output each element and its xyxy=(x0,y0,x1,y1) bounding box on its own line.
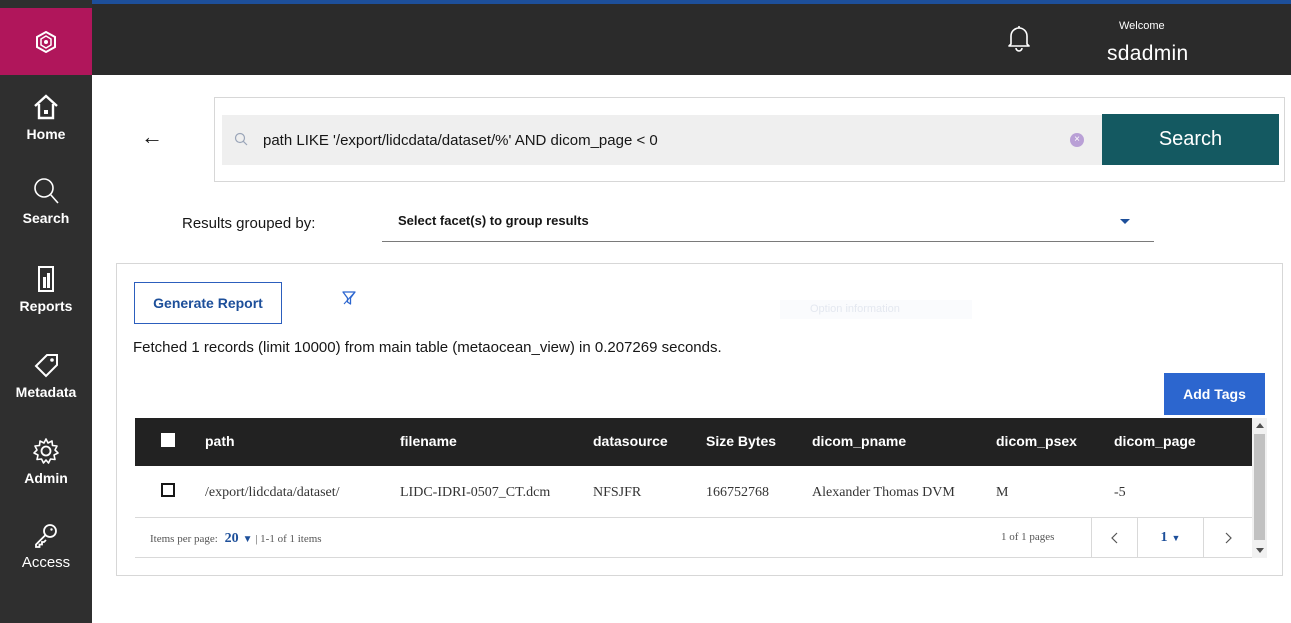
sidebar-item-label: Home xyxy=(26,126,66,142)
fetched-summary: Fetched 1 records (limit 10000) from mai… xyxy=(133,339,722,356)
column-header-path[interactable]: path xyxy=(205,433,235,449)
current-page: 1 xyxy=(1160,530,1168,545)
column-header-size-bytes[interactable]: Size Bytes xyxy=(706,433,776,449)
cell-size-bytes: 166752768 xyxy=(706,485,769,500)
cell-dicom-pname: Alexander Thomas DVM xyxy=(812,485,955,500)
facet-dropdown[interactable]: Select facet(s) to group results xyxy=(382,205,1154,242)
select-all-checkbox[interactable] xyxy=(161,433,175,447)
gear-icon xyxy=(33,438,59,464)
clear-icon[interactable]: × xyxy=(1070,133,1084,147)
search-button[interactable]: Search xyxy=(1102,114,1279,165)
sidebar-item-admin[interactable]: Admin xyxy=(0,428,92,512)
chevron-down-icon[interactable]: ▼ xyxy=(243,534,253,545)
items-range: | 1-1 of 1 items xyxy=(255,533,322,545)
cell-filename: LIDC-IDRI-0507_CT.dcm xyxy=(400,485,551,500)
key-icon xyxy=(35,524,57,548)
chevron-left-icon xyxy=(1110,532,1117,544)
search-icon xyxy=(34,178,59,204)
sidebar-item-metadata[interactable]: Metadata xyxy=(0,342,92,426)
scroll-up-arrow-icon[interactable] xyxy=(1256,423,1264,428)
sidebar-item-label: Search xyxy=(22,210,70,226)
cell-dicom-page: -5 xyxy=(1114,485,1126,500)
generate-report-button[interactable]: Generate Report xyxy=(134,282,282,324)
sidebar-item-label: Reports xyxy=(19,298,73,314)
table-header: path filename datasource Size Bytes dico… xyxy=(135,418,1252,466)
sidebar-item-access[interactable]: Access xyxy=(0,512,92,596)
cell-datasource: NFSJFR xyxy=(593,485,642,500)
filter-icon[interactable] xyxy=(341,290,357,306)
sidebar-item-home[interactable]: Home xyxy=(0,84,92,168)
prev-page-button[interactable] xyxy=(1091,518,1137,558)
hexagon-logo-icon xyxy=(36,30,56,53)
chevron-right-icon xyxy=(1225,532,1232,544)
row-checkbox[interactable] xyxy=(161,483,175,497)
add-tags-button[interactable]: Add Tags xyxy=(1164,373,1265,415)
column-header-dicom-page[interactable]: dicom_page xyxy=(1114,433,1196,449)
page-count: 1 of 1 pages xyxy=(1001,531,1055,543)
sidebar-item-label: Access xyxy=(21,554,71,571)
bell-icon[interactable] xyxy=(1006,24,1032,52)
sidebar-item-label: Admin xyxy=(24,470,68,486)
reports-icon xyxy=(38,266,54,292)
scroll-down-arrow-icon[interactable] xyxy=(1256,548,1264,553)
search-input[interactable]: path LIKE '/export/lidcdata/dataset/%' A… xyxy=(222,115,1102,165)
magnifier-icon xyxy=(234,132,248,146)
grouped-by-label: Results grouped by: xyxy=(182,215,316,232)
column-header-filename[interactable]: filename xyxy=(400,433,457,449)
table-scrollbar[interactable] xyxy=(1252,418,1267,558)
cell-dicom-psex: M xyxy=(996,485,1009,500)
ghost-option: Option information xyxy=(780,300,972,319)
next-page-button[interactable] xyxy=(1203,518,1252,558)
scrollbar-thumb[interactable] xyxy=(1254,434,1265,540)
table-row[interactable]: /export/lidcdata/dataset/ LIDC-IDRI-0507… xyxy=(135,466,1252,518)
username[interactable]: sdadmin xyxy=(1107,42,1188,66)
back-arrow-icon[interactable]: ← xyxy=(141,124,163,150)
chevron-down-icon: ▼ xyxy=(1171,533,1181,543)
items-per-page-select[interactable]: 20 xyxy=(225,531,239,546)
items-per-page: Items per page: 20 ▼ | 1-1 of 1 items xyxy=(150,531,322,547)
sidebar: Home Search Reports Metadata Admin Acces… xyxy=(0,0,92,623)
sidebar-item-reports[interactable]: Reports xyxy=(0,256,92,340)
welcome-label: Welcome xyxy=(1119,20,1165,32)
cell-path: /export/lidcdata/dataset/ xyxy=(205,485,340,500)
pagination-bar: Items per page: 20 ▼ | 1-1 of 1 items 1 o… xyxy=(135,518,1252,558)
sidebar-item-search[interactable]: Search xyxy=(0,168,92,252)
chevron-down-icon xyxy=(1120,219,1130,224)
column-header-dicom-psex[interactable]: dicom_psex xyxy=(996,433,1077,449)
facet-placeholder: Select facet(s) to group results xyxy=(398,213,589,228)
search-query: path LIKE '/export/lidcdata/dataset/%' A… xyxy=(263,132,658,149)
page-select[interactable]: 1 ▼ xyxy=(1137,518,1203,558)
app-logo[interactable] xyxy=(0,8,92,75)
items-per-page-label: Items per page: xyxy=(150,533,218,545)
home-icon xyxy=(34,94,58,120)
tag-icon xyxy=(34,354,58,378)
column-header-datasource[interactable]: datasource xyxy=(593,433,668,449)
column-header-dicom-pname[interactable]: dicom_pname xyxy=(812,433,906,449)
sidebar-item-label: Metadata xyxy=(15,384,77,400)
